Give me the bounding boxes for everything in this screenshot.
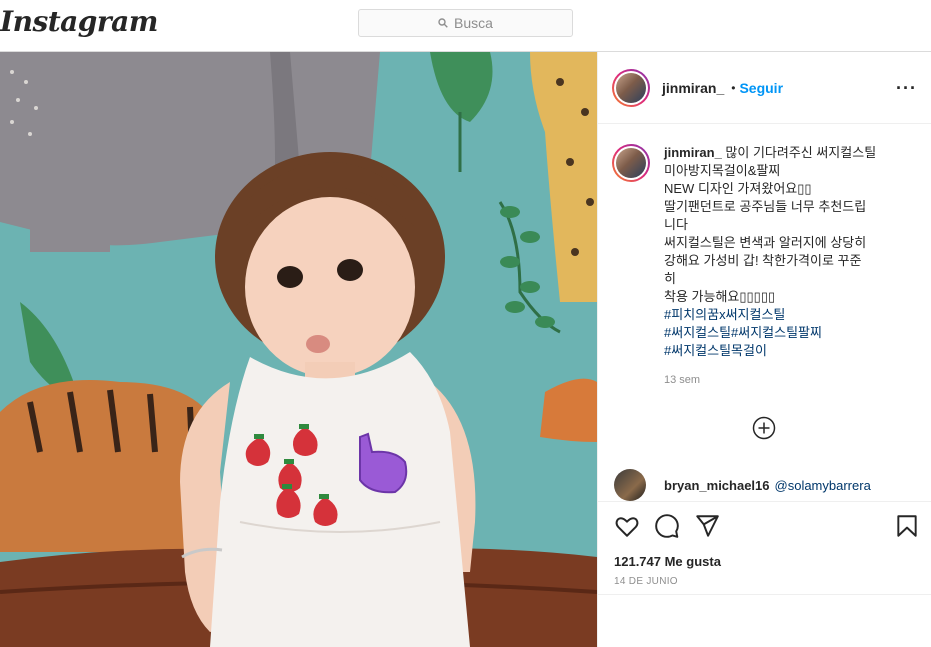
caption-text: jinmiran_ 많이 기다려주신 써지컬스틸 미아방지목걸이&팔찌 NEW … — [664, 144, 909, 306]
heart-icon[interactable] — [614, 513, 640, 539]
post-header: jinmiran_ • Seguir ··· — [598, 52, 931, 124]
likes-count[interactable]: 121.747 Me gusta — [614, 554, 721, 569]
comment-row: bryan_michael16 @solamybarrera — [614, 469, 871, 501]
bookmark-icon[interactable] — [894, 513, 920, 539]
commenter-username[interactable]: bryan_michael16 — [664, 478, 770, 493]
top-nav-bar: Instagram Busca — [0, 0, 931, 52]
share-icon[interactable] — [694, 513, 720, 539]
post-photo-illustration — [0, 52, 597, 647]
search-input[interactable]: Busca — [358, 9, 573, 37]
author-username[interactable]: jinmiran_ — [662, 80, 724, 96]
divider — [598, 594, 931, 595]
post-photo[interactable] — [0, 52, 597, 647]
comment-mention[interactable]: @solamybarrera — [775, 478, 871, 493]
instagram-logo[interactable]: Instagram — [0, 5, 158, 38]
post-date: 14 DE JUNIO — [614, 576, 678, 587]
search-icon — [438, 18, 448, 28]
post-details-panel: jinmiran_ • Seguir ··· jinmiran_ 많이 기다려주… — [597, 52, 931, 647]
separator-dot: • — [731, 80, 736, 95]
author-avatar[interactable] — [612, 68, 650, 107]
search-placeholder: Busca — [454, 15, 493, 31]
action-icons — [598, 502, 931, 548]
caption-time: 13 sem — [664, 374, 701, 386]
caption-hashtags[interactable]: #피치의꿈x써지컬스틸 #써지컬스틸#써지컬스틸팔찌 #써지컬스틸목걸이 — [664, 306, 909, 360]
caption-body: 많이 기다려주신 써지컬스틸 미아방지목걸이&팔찌 NEW 디자인 가져왔어요▯… — [664, 145, 877, 304]
add-comments-icon[interactable] — [752, 416, 776, 440]
caption-avatar[interactable] — [612, 144, 650, 182]
post-caption: jinmiran_ 많이 기다려주신 써지컬스틸 미아방지목걸이&팔찌 NEW … — [598, 124, 931, 386]
comment-icon[interactable] — [654, 513, 680, 539]
commenter-avatar[interactable] — [614, 469, 646, 501]
post-actions: 121.747 Me gusta 14 DE JUNIO — [598, 501, 931, 647]
caption-username[interactable]: jinmiran_ — [664, 145, 722, 160]
follow-button[interactable]: Seguir — [739, 80, 783, 96]
more-icon[interactable]: ··· — [896, 78, 917, 99]
